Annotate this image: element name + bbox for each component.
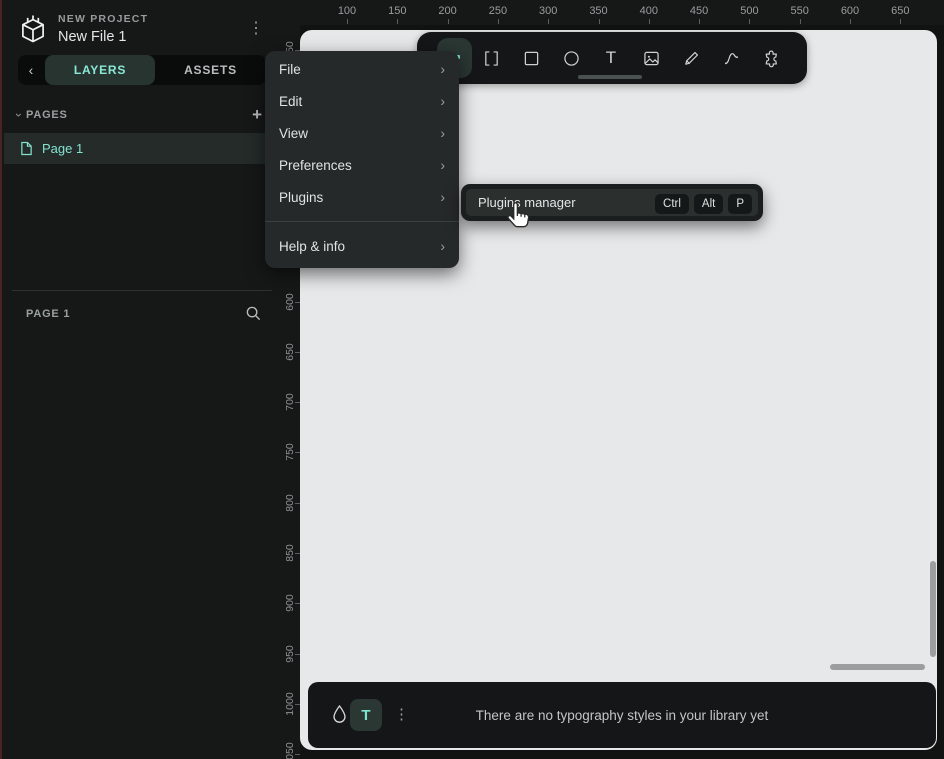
- page-name: Page 1: [42, 141, 83, 156]
- rectangle-icon: [521, 48, 542, 69]
- kbd-badge-ctrl: Ctrl: [655, 194, 689, 214]
- ruler-h-label: 350: [579, 5, 619, 17]
- ruler-h-label: 200: [428, 5, 468, 17]
- ruler-h-label: 100: [327, 5, 367, 17]
- shortcut-badges: CtrlAltP: [650, 194, 752, 212]
- tool-rectangle-button[interactable]: [511, 38, 551, 78]
- chevron-right-icon: ›: [440, 61, 445, 77]
- ruler-h-label: 300: [528, 5, 568, 17]
- chevron-right-icon: ›: [440, 238, 445, 254]
- image-icon: [641, 48, 662, 69]
- menu-item-file[interactable]: File ›: [265, 53, 459, 85]
- horizontal-ruler[interactable]: 100 150 200 250 300 350 400 450 500 550 600 650: [280, 0, 944, 25]
- chevron-right-icon: ›: [440, 125, 445, 141]
- ruler-h-label: 400: [629, 5, 669, 17]
- menu-item-label: View: [279, 126, 308, 141]
- hand-pointer-cursor: [505, 201, 533, 231]
- tool-ellipse-button[interactable]: [551, 38, 591, 78]
- kbd-badge-p: P: [728, 194, 752, 214]
- ruler-h-label: 600: [830, 5, 870, 17]
- ruler-h-tick: [397, 19, 398, 24]
- menu-item-help-info[interactable]: Help & info ›: [265, 230, 459, 262]
- ruler-h-tick: [498, 19, 499, 24]
- design-toolbar: T: [417, 32, 807, 84]
- ruler-h-label: 150: [377, 5, 417, 17]
- chevron-right-icon: ›: [440, 189, 445, 205]
- collapse-sidebar-button[interactable]: ‹: [18, 62, 44, 78]
- tool-pen-button[interactable]: [671, 38, 711, 78]
- ruler-h-label: 550: [780, 5, 820, 17]
- ruler-h-tick: [347, 19, 348, 24]
- tool-text-button[interactable]: T: [591, 38, 631, 78]
- plugins-icon: [761, 48, 782, 69]
- toolbar-drag-handle[interactable]: [578, 75, 642, 79]
- board-icon: [481, 48, 502, 69]
- kbd-badge-alt: Alt: [694, 194, 723, 214]
- chevron-down-icon[interactable]: ›: [12, 108, 26, 122]
- menu-divider: [265, 221, 459, 222]
- menu-item-label: Help & info: [279, 239, 345, 254]
- menu-item-plugins[interactable]: Plugins ›: [265, 181, 459, 213]
- file-name: New File 1: [58, 29, 127, 45]
- menu-item-label: Edit: [279, 94, 302, 109]
- ruler-h-label: 500: [729, 5, 769, 17]
- ellipse-icon: [561, 48, 582, 69]
- page-list-item[interactable]: Page 1: [4, 133, 280, 164]
- layers-section-title: PAGE 1: [26, 308, 70, 320]
- ruler-h-tick: [900, 19, 901, 24]
- left-sidebar: NEW PROJECT New File 1 ⋮ ‹ LAYERS ASSETS…: [2, 0, 280, 759]
- sidebar-divider: [12, 290, 272, 291]
- ruler-h-tick: [699, 19, 700, 24]
- penpot-workspace: 100 150 200 250 300 350 400 450 500 550 600 650 350…: [0, 0, 944, 759]
- main-menu: File›Edit›View›Preferences›Plugins›Help …: [265, 51, 459, 268]
- menu-item-label: Preferences: [279, 158, 352, 173]
- path-icon: [721, 48, 742, 69]
- ruler-h-label: 250: [478, 5, 518, 17]
- ruler-v-tick: [295, 754, 300, 755]
- menu-item-label: Plugins: [279, 190, 323, 205]
- ruler-h-label: 650: [880, 5, 920, 17]
- chevron-right-icon: ›: [440, 157, 445, 173]
- ruler-h-tick: [649, 19, 650, 24]
- pages-section-header: › PAGES +: [12, 104, 272, 126]
- vertical-scrollbar[interactable]: [930, 561, 936, 657]
- tool-row: T: [471, 38, 791, 78]
- tool-board-button[interactable]: [471, 38, 511, 78]
- ruler-v-label: 1050: [284, 735, 296, 759]
- layers-section-header: PAGE 1: [2, 302, 280, 326]
- penpot-logo-icon: [16, 13, 50, 47]
- tool-path-button[interactable]: [711, 38, 751, 78]
- typography-library-panel: T ⋮ There are no typography styles in yo…: [308, 682, 936, 748]
- horizontal-scrollbar[interactable]: [830, 664, 925, 670]
- page-icon: [20, 141, 33, 156]
- add-page-button[interactable]: +: [252, 105, 262, 125]
- text-tool-icon: T: [606, 48, 616, 68]
- ruler-h-tick: [800, 19, 801, 24]
- menu-item-edit[interactable]: Edit ›: [265, 85, 459, 117]
- tool-image-button[interactable]: [631, 38, 671, 78]
- chevron-right-icon: ›: [440, 93, 445, 109]
- sidebar-tabbar: ‹ LAYERS ASSETS: [18, 55, 266, 85]
- ruler-h-tick: [448, 19, 449, 24]
- tool-plugins-button[interactable]: [751, 38, 791, 78]
- typography-empty-message: There are no typography styles in your l…: [308, 682, 936, 748]
- menu-item-preferences[interactable]: Preferences ›: [265, 149, 459, 181]
- plugins-manager-label: Plugins manager: [478, 195, 650, 210]
- menu-item-view[interactable]: View ›: [265, 117, 459, 149]
- file-menu-kebab-icon[interactable]: ⋮: [248, 18, 264, 38]
- ruler-h-tick: [548, 19, 549, 24]
- pages-title: PAGES: [26, 109, 68, 121]
- search-icon[interactable]: [245, 305, 262, 322]
- ruler-h-label: 450: [679, 5, 719, 17]
- tab-layers[interactable]: LAYERS: [45, 55, 155, 85]
- tab-assets[interactable]: ASSETS: [155, 63, 266, 77]
- ruler-h-tick: [749, 19, 750, 24]
- pen-icon: [681, 48, 702, 69]
- ruler-h-tick: [850, 19, 851, 24]
- project-label: NEW PROJECT: [58, 13, 148, 25]
- menu-item-label: File: [279, 62, 301, 77]
- ruler-h-tick: [599, 19, 600, 24]
